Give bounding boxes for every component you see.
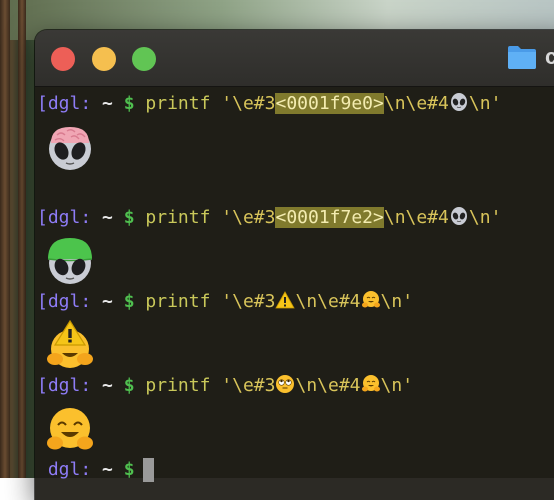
tree-trunk bbox=[0, 0, 10, 478]
command-arg: \n\e#4 bbox=[383, 93, 449, 114]
warning-icon bbox=[275, 291, 296, 309]
prompt-dir: ~ bbox=[102, 207, 113, 228]
prompt-dir: ~ bbox=[102, 291, 113, 312]
prompt-bracket: [ bbox=[37, 93, 48, 114]
command-arg: \n' bbox=[468, 93, 502, 114]
command-arg: '\e#3 bbox=[221, 207, 276, 228]
prompt-bracket: [ bbox=[37, 291, 48, 312]
green-circle-alien-icon bbox=[47, 238, 93, 284]
prompt-symbol: $ bbox=[123, 291, 135, 312]
prompt-user: dgl: bbox=[47, 291, 92, 312]
prompt-dir: ~ bbox=[102, 93, 113, 114]
folder-icon bbox=[508, 46, 536, 69]
command-arg: \n' bbox=[380, 291, 414, 312]
tree-trunk bbox=[18, 0, 26, 478]
prompt-bracket: [ bbox=[37, 375, 48, 396]
prompt-symbol: $ bbox=[123, 375, 135, 396]
command-arg: '\e#3 bbox=[221, 375, 276, 396]
command-name: printf bbox=[145, 207, 211, 228]
command-line: [dgl: ~ $ printf '\e#3<0001f7e2>\n\e#4 \n… bbox=[37, 205, 501, 231]
command-arg: \n\e#4 bbox=[295, 375, 361, 396]
prompt-symbol: $ bbox=[123, 459, 135, 480]
window-title: c bbox=[545, 44, 554, 69]
prompt-user: dgl: bbox=[47, 459, 92, 480]
prompt-symbol: $ bbox=[123, 207, 135, 228]
command-name: printf bbox=[145, 291, 211, 312]
hugging-face-icon bbox=[361, 375, 380, 392]
maximize-button[interactable] bbox=[132, 47, 156, 71]
prompt-user: dgl: bbox=[47, 375, 92, 396]
prompt-dir: ~ bbox=[102, 459, 113, 480]
brain-alien-icon bbox=[49, 127, 91, 170]
terminal-content[interactable]: [dgl: ~ $ printf '\e#3<0001f9e0>\n\e#4 \n… bbox=[35, 87, 554, 500]
command-arg: \n\e#4 bbox=[295, 291, 361, 312]
codepoint-highlight: <0001f9e0> bbox=[275, 93, 384, 114]
prompt-dir: ~ bbox=[102, 375, 113, 396]
prompt-symbol: $ bbox=[123, 93, 135, 114]
command-name: printf bbox=[145, 93, 211, 114]
prompt-user: dgl: bbox=[47, 93, 92, 114]
rolling-eyes-icon bbox=[276, 375, 295, 393]
rolling-eyes-hugging-face-icon bbox=[47, 408, 93, 450]
command-arg: \n' bbox=[468, 207, 502, 228]
minimize-button[interactable] bbox=[92, 47, 116, 71]
title-bar[interactable]: c bbox=[35, 30, 554, 87]
alien-icon bbox=[450, 207, 467, 225]
warning-hugging-face-icon bbox=[47, 319, 93, 368]
command-line: [dgl: ~ $ printf '\e#3<0001f9e0>\n\e#4 \n… bbox=[37, 91, 501, 117]
text-cursor[interactable] bbox=[142, 458, 154, 482]
command-arg: '\e#3 bbox=[221, 93, 276, 114]
command-line: [dgl: ~ $ printf '\e#3 \n\e#4 \n' bbox=[37, 289, 413, 315]
alien-icon bbox=[450, 93, 467, 111]
command-name: printf bbox=[145, 375, 211, 396]
terminal-window[interactable]: c [dgl: ~ $ printf '\e#3<0001f9e0>\n\e#4… bbox=[35, 30, 554, 500]
prompt-user: dgl: bbox=[47, 207, 92, 228]
prompt-bracket: [ bbox=[37, 207, 48, 228]
close-button[interactable] bbox=[51, 47, 75, 71]
active-prompt-line[interactable]: dgl: ~ $ bbox=[37, 457, 154, 483]
command-arg: \n' bbox=[380, 375, 414, 396]
command-line: [dgl: ~ $ printf '\e#3 \n\e#4 \n' bbox=[37, 373, 413, 399]
hugging-face-icon bbox=[361, 291, 380, 308]
command-arg: \n\e#4 bbox=[383, 207, 449, 228]
command-arg: '\e#3 bbox=[221, 291, 276, 312]
codepoint-highlight: <0001f7e2> bbox=[275, 207, 384, 228]
